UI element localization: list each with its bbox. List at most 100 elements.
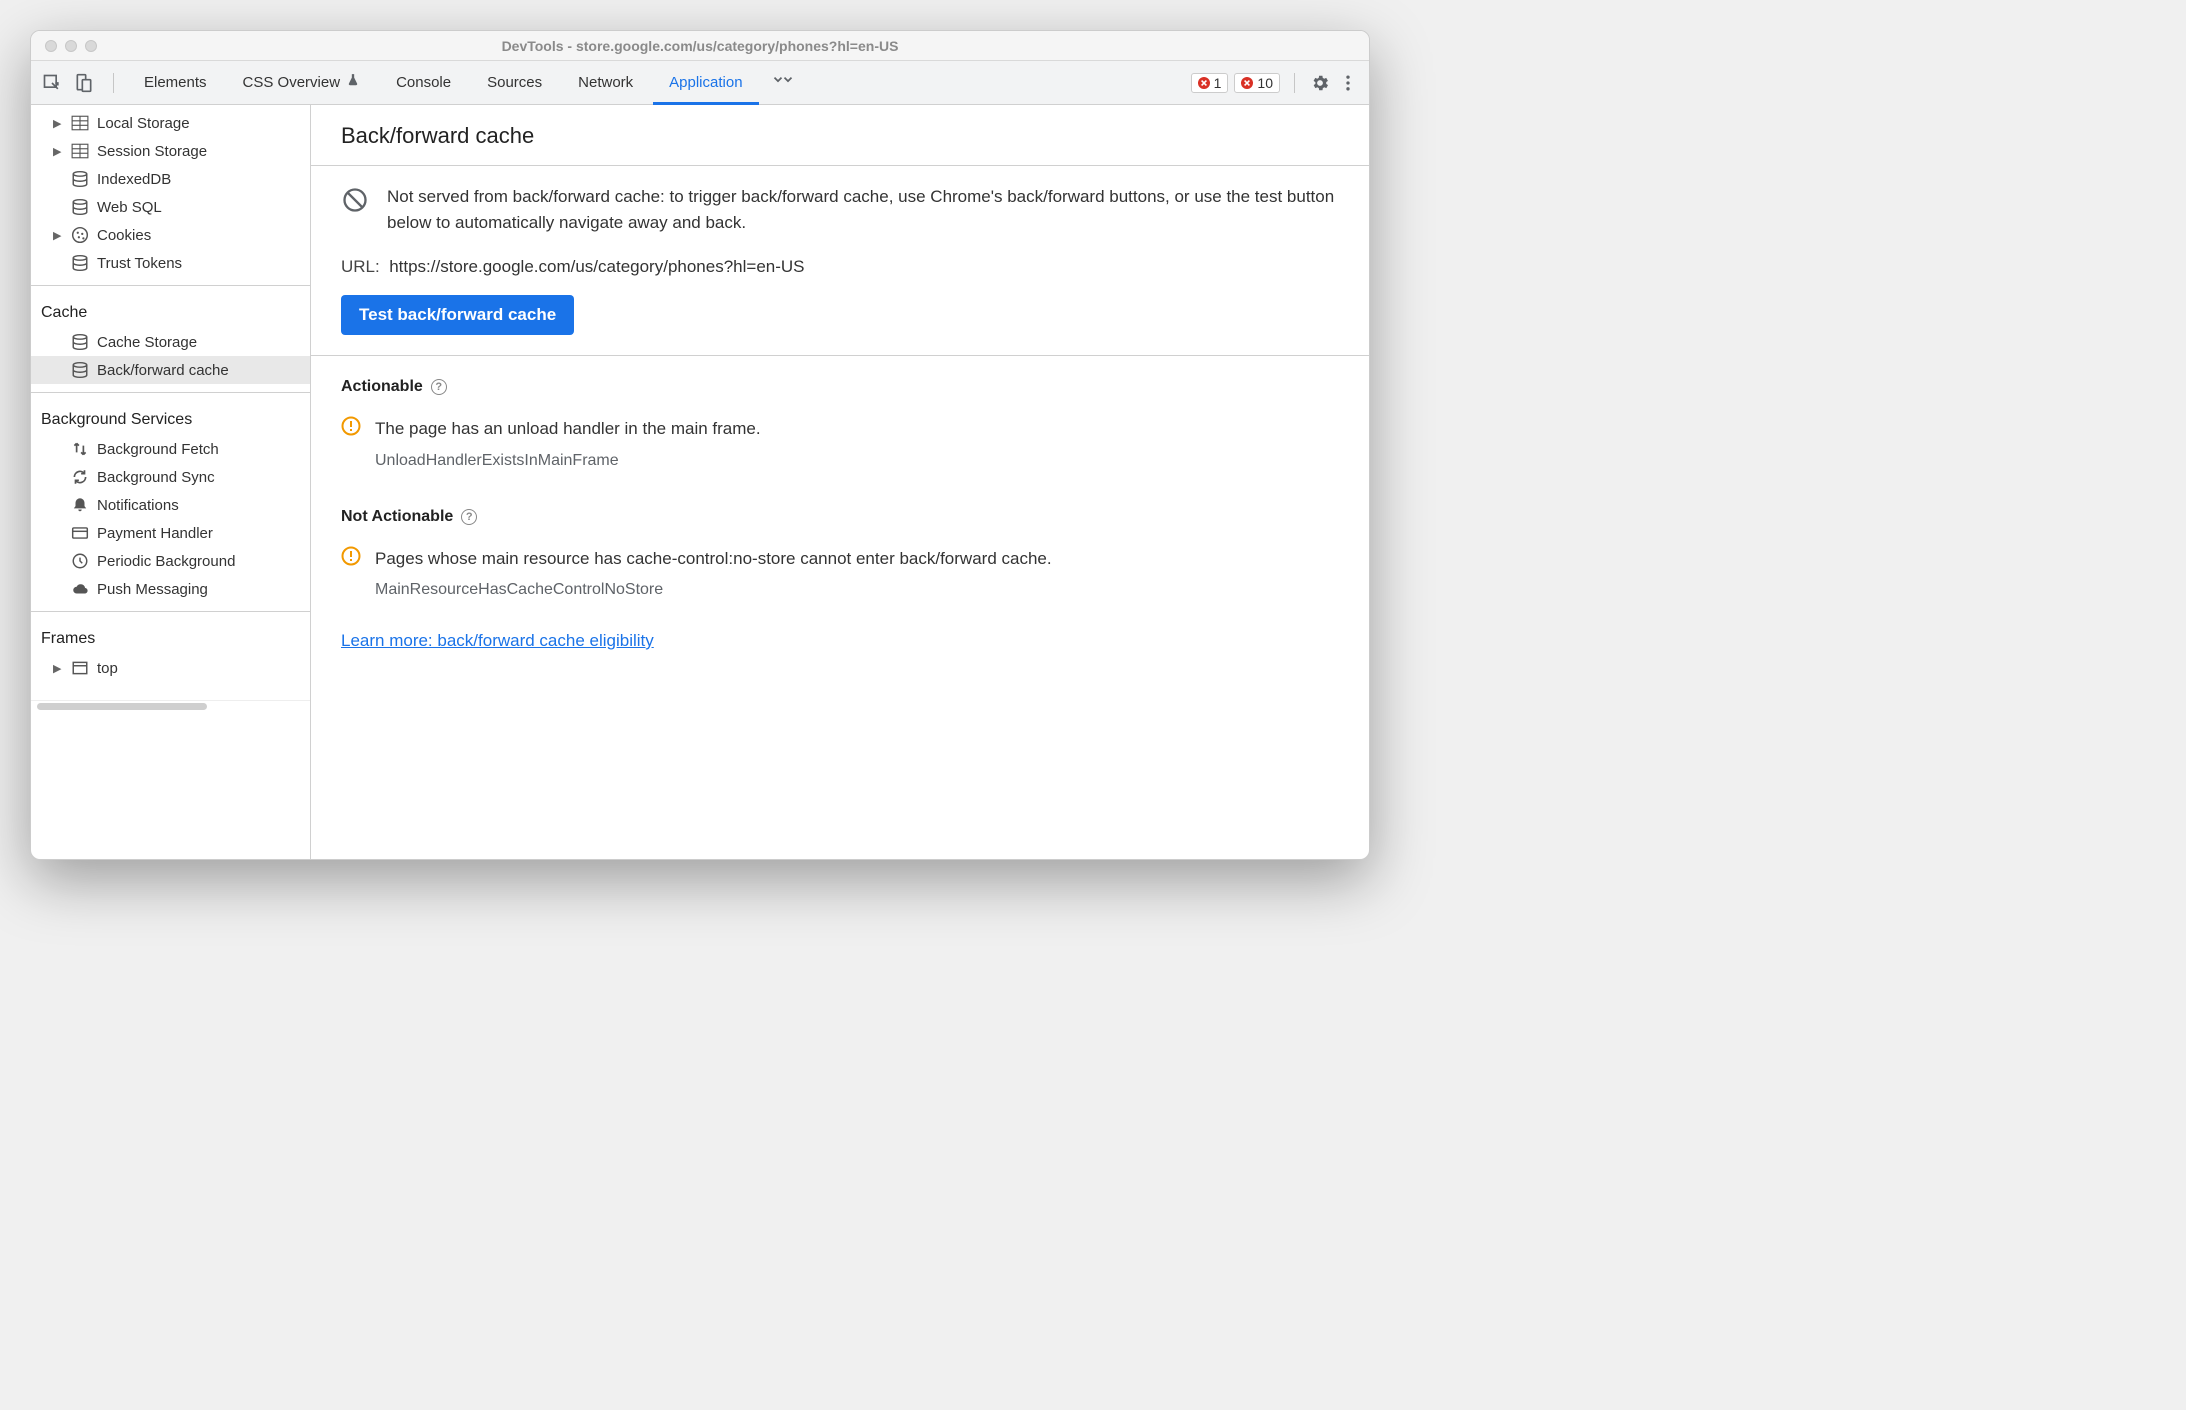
expand-icon: ▶ [53, 117, 63, 130]
error-count-badge-2[interactable]: 10 [1234, 73, 1280, 93]
table-icon [71, 114, 89, 132]
flask-icon [346, 61, 360, 105]
label: Background Sync [97, 469, 215, 486]
label: Session Storage [97, 143, 207, 160]
actionable-issue-text: The page has an unload handler in the ma… [375, 416, 761, 442]
sidebar-item-local-storage[interactable]: ▶ Local Storage [31, 109, 310, 137]
warning-icon [341, 546, 361, 566]
tab-network[interactable]: Network [562, 61, 649, 105]
database-icon [71, 333, 89, 351]
clock-icon [71, 552, 89, 570]
url-label: URL: [341, 257, 380, 276]
label: Notifications [97, 497, 179, 514]
label: IndexedDB [97, 171, 171, 188]
not-actionable-issue-text: Pages whose main resource has cache-cont… [375, 546, 1052, 572]
prohibited-icon [341, 186, 369, 214]
help-icon[interactable]: ? [461, 509, 477, 525]
sidebar-item-cookies[interactable]: ▶ Cookies [31, 221, 310, 249]
test-bfcache-button[interactable]: Test back/forward cache [341, 295, 574, 335]
sidebar-heading-background: Background Services [31, 401, 310, 435]
separator [1294, 73, 1295, 93]
tab-application[interactable]: Application [653, 61, 758, 105]
database-icon [71, 254, 89, 272]
actionable-issue-code: UnloadHandlerExistsInMainFrame [311, 446, 1369, 478]
sidebar-item-push[interactable]: Push Messaging [31, 575, 310, 603]
inspect-icon[interactable] [41, 72, 63, 94]
status-text: Not served from back/forward cache: to t… [387, 184, 1339, 235]
sync-icon [71, 468, 89, 486]
card-icon [71, 524, 89, 542]
device-toggle-icon[interactable] [73, 72, 95, 94]
bfcache-panel: Back/forward cache Not served from back/… [311, 105, 1369, 859]
panel-heading: Back/forward cache [311, 105, 1369, 165]
sidebar-item-top-frame[interactable]: ▶ top [31, 654, 310, 682]
error-count-badge-1[interactable]: 1 [1191, 73, 1229, 93]
label: Cookies [97, 227, 151, 244]
label: top [97, 660, 118, 677]
not-actionable-label: Not Actionable [341, 508, 453, 526]
expand-icon: ▶ [53, 229, 63, 242]
tab-elements[interactable]: Elements [128, 61, 223, 105]
frame-icon [71, 659, 89, 677]
learn-more-row: Learn more: back/forward cache eligibili… [311, 607, 1369, 675]
actionable-label: Actionable [341, 378, 423, 396]
label: Cache Storage [97, 334, 197, 351]
cookie-icon [71, 226, 89, 244]
titlebar: DevTools - store.google.com/us/category/… [31, 31, 1369, 61]
sidebar-item-trust-tokens[interactable]: Trust Tokens [31, 249, 310, 277]
cloud-icon [71, 580, 89, 598]
sidebar-item-bg-fetch[interactable]: Background Fetch [31, 435, 310, 463]
table-icon [71, 142, 89, 160]
label: Push Messaging [97, 581, 208, 598]
database-icon [71, 170, 89, 188]
status-banner: Not served from back/forward cache: to t… [311, 166, 1369, 257]
label: Background Fetch [97, 441, 219, 458]
expand-icon: ▶ [53, 145, 63, 158]
separator [31, 611, 310, 612]
tab-sources[interactable]: Sources [471, 61, 558, 105]
sidebar-item-bg-sync[interactable]: Background Sync [31, 463, 310, 491]
sidebar-item-notifications[interactable]: Notifications [31, 491, 310, 519]
tabs-overflow-icon[interactable] [763, 61, 803, 105]
label: Payment Handler [97, 525, 213, 542]
devtools-window: DevTools - store.google.com/us/category/… [30, 30, 1370, 860]
separator [113, 73, 114, 93]
sidebar-item-session-storage[interactable]: ▶ Session Storage [31, 137, 310, 165]
sidebar-item-indexeddb[interactable]: IndexedDB [31, 165, 310, 193]
sidebar-item-payment[interactable]: Payment Handler [31, 519, 310, 547]
sidebar-heading-cache: Cache [31, 294, 310, 328]
error-dot-icon [1198, 77, 1210, 89]
bell-icon [71, 496, 89, 514]
panel-tabs: Elements CSS Overview Console Sources Ne… [128, 61, 803, 105]
more-icon[interactable] [1337, 72, 1359, 94]
separator [31, 392, 310, 393]
learn-more-link[interactable]: Learn more: back/forward cache eligibili… [341, 631, 654, 650]
separator [31, 285, 310, 286]
actionable-issue: The page has an unload handler in the ma… [311, 404, 1369, 446]
database-icon [71, 361, 89, 379]
help-icon[interactable]: ? [431, 379, 447, 395]
application-sidebar: ▶ Local Storage ▶ Session Storage Indexe… [31, 105, 311, 859]
horizontal-scrollbar[interactable] [31, 700, 310, 712]
label: Back/forward cache [97, 362, 229, 379]
sidebar-item-cache-storage[interactable]: Cache Storage [31, 328, 310, 356]
expand-icon: ▶ [53, 662, 63, 675]
sidebar-item-periodic[interactable]: Periodic Background [31, 547, 310, 575]
window-title: DevTools - store.google.com/us/category/… [31, 38, 1369, 54]
error-dot-icon [1241, 77, 1253, 89]
transfer-icon [71, 440, 89, 458]
sidebar-item-websql[interactable]: Web SQL [31, 193, 310, 221]
label: Web SQL [97, 199, 162, 216]
sidebar-heading-frames: Frames [31, 620, 310, 654]
label: Local Storage [97, 115, 190, 132]
database-icon [71, 198, 89, 216]
tab-css-overview[interactable]: CSS Overview [227, 61, 377, 105]
error-count-1-value: 1 [1214, 75, 1222, 91]
settings-icon[interactable] [1309, 72, 1331, 94]
not-actionable-heading: Not Actionable ? [311, 478, 1369, 534]
label: Periodic Background [97, 553, 235, 570]
not-actionable-issue-code: MainResourceHasCacheControlNoStore [311, 575, 1369, 607]
tab-console[interactable]: Console [380, 61, 467, 105]
sidebar-item-bfcache[interactable]: Back/forward cache [31, 356, 310, 384]
main-toolbar: Elements CSS Overview Console Sources Ne… [31, 61, 1369, 105]
